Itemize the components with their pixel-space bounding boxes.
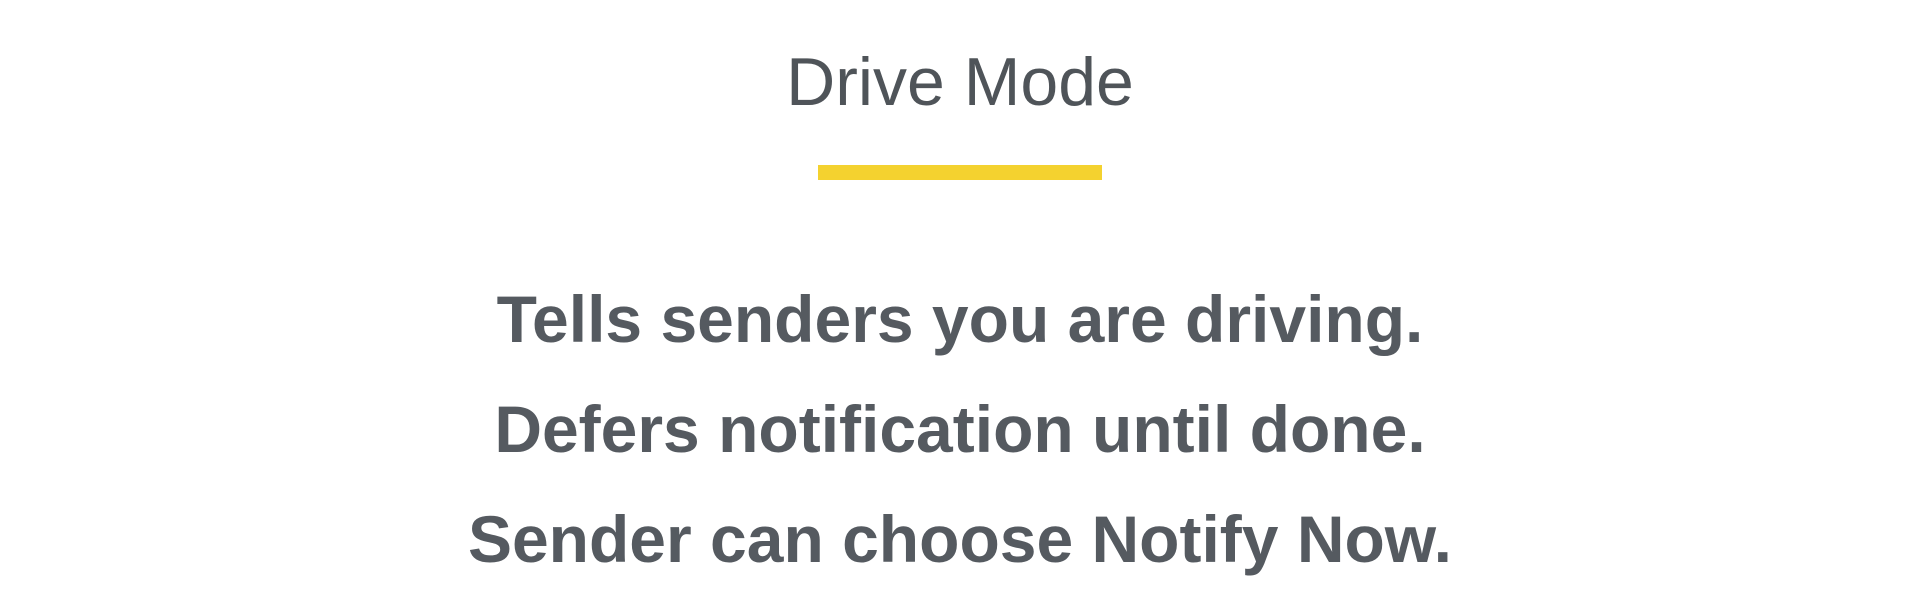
title-accent-underline	[818, 165, 1102, 180]
feature-line-1: Tells senders you are driving.	[496, 282, 1424, 356]
page-title: Drive Mode	[786, 44, 1134, 120]
feature-list: Tells senders you are driving. Defers no…	[0, 264, 1920, 594]
feature-line-2: Defers notification until done.	[494, 392, 1426, 466]
feature-line-3: Sender can choose Notify Now.	[467, 502, 1453, 576]
